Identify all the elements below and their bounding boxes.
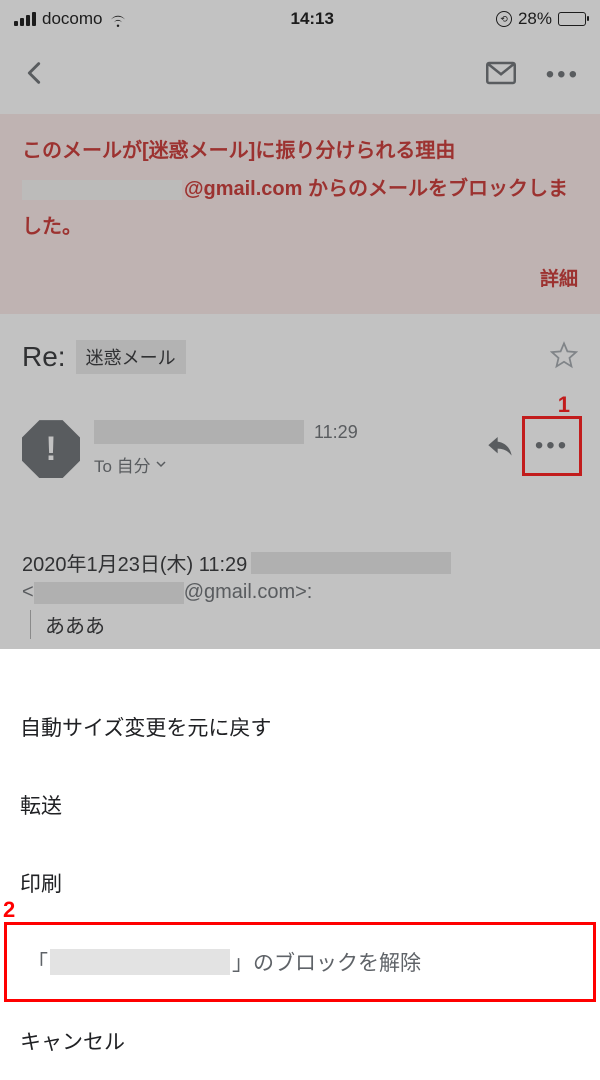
app-header: •••	[0, 36, 600, 114]
battery-icon	[558, 12, 586, 26]
redacted-unblock-name	[50, 949, 230, 975]
archive-icon[interactable]	[486, 61, 516, 90]
reply-button[interactable]	[486, 432, 514, 461]
wifi-icon	[108, 12, 128, 27]
status-time: 14:13	[290, 9, 333, 29]
subject-prefix: Re:	[22, 341, 66, 373]
subject-row: Re: 迷惑メール	[0, 314, 600, 384]
back-button[interactable]	[20, 59, 48, 92]
body-email-domain: @gmail.com	[184, 581, 295, 603]
redacted-body-name	[251, 552, 451, 574]
recipient-toggle[interactable]: To 自分	[94, 452, 472, 477]
sender-row: ! 11:29 To 自分 1 •••	[0, 384, 600, 488]
status-bar: docomo 14:13 ⟲ 28%	[0, 0, 600, 36]
signal-icon	[14, 12, 36, 26]
battery-percent: 28%	[518, 9, 552, 29]
message-more-button[interactable]: •••	[526, 420, 578, 472]
action-sheet: 自動サイズ変更を元に戻す 転送 印刷 2 「 」のブロックを解除 キャンセル	[0, 688, 600, 1080]
message-time: 11:29	[314, 422, 358, 443]
chevron-down-icon	[155, 455, 167, 475]
redacted-sender-name	[94, 420, 304, 444]
spam-detail-link[interactable]: 詳細	[22, 262, 578, 298]
redacted-body-email	[34, 582, 184, 604]
star-button[interactable]	[550, 341, 578, 374]
message-body: 2020年1月23日(木) 11:29 <@gmail.com>: あああ	[0, 488, 600, 649]
sheet-cancel[interactable]: キャンセル	[0, 1002, 600, 1080]
sheet-autosize[interactable]: 自動サイズ変更を元に戻す	[0, 688, 600, 766]
spam-banner: このメールが[迷惑メール]に振り分けられる理由 @gmail.com からのメー…	[0, 114, 600, 314]
sheet-unblock[interactable]: 「 」のブロックを解除	[7, 925, 593, 999]
quoted-text: あああ	[30, 610, 578, 639]
sheet-print[interactable]: 印刷	[0, 844, 600, 922]
header-more-button[interactable]: •••	[546, 61, 580, 89]
annotation-1: 1	[558, 392, 570, 418]
rotation-lock-icon: ⟲	[496, 11, 512, 27]
annotation-2: 2	[3, 897, 15, 923]
spam-label-chip: 迷惑メール	[76, 340, 186, 374]
body-date: 2020年1月23日(木) 11:29	[22, 548, 247, 577]
carrier-label: docomo	[42, 9, 102, 29]
spam-avatar-icon: !	[22, 420, 80, 478]
sheet-forward[interactable]: 転送	[0, 766, 600, 844]
redacted-email	[22, 180, 182, 200]
spam-reason: このメールが[迷惑メール]に振り分けられる理由	[22, 132, 578, 170]
